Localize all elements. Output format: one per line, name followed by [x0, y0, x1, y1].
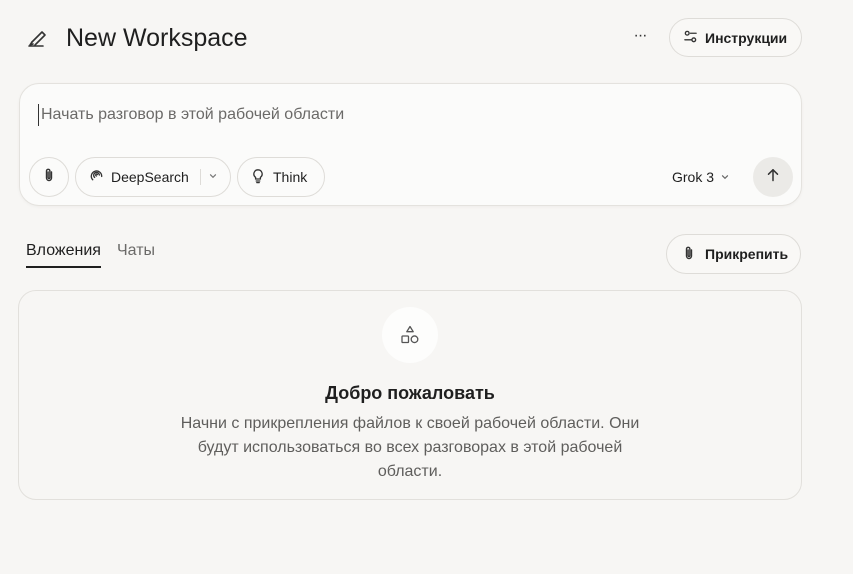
arrow-up-icon: [765, 167, 781, 188]
empty-state-description: Начни с прикрепления файлов к своей рабо…: [180, 415, 640, 480]
lightbulb-icon: [250, 168, 273, 187]
deepsearch-dropdown[interactable]: [201, 158, 225, 196]
deepsearch-button[interactable]: DeepSearch: [75, 157, 231, 197]
pen-edit-icon[interactable]: [26, 26, 50, 50]
deepsearch-toggle[interactable]: DeepSearch: [76, 158, 189, 196]
shapes-icon: [382, 307, 438, 363]
paperclip-icon: [681, 245, 705, 264]
attach-button[interactable]: Прикрепить: [666, 234, 801, 274]
empty-state-card: Добро пожаловать Начни с прикрепления фа…: [18, 290, 802, 500]
think-label: Think: [273, 169, 308, 185]
attach-button-label: Прикрепить: [705, 246, 789, 262]
paperclip-icon: [41, 167, 57, 188]
instructions-label: Инструкции: [705, 29, 788, 46]
chevron-down-icon: [208, 168, 218, 186]
attach-file-button[interactable]: [29, 157, 69, 197]
chevron-down-icon: [714, 169, 730, 185]
tab-chats[interactable]: Чаты: [117, 241, 155, 261]
instructions-button[interactable]: Инструкции: [669, 18, 802, 57]
page-title[interactable]: New Workspace: [66, 22, 248, 54]
empty-state-title: Добро пожаловать: [325, 383, 495, 403]
think-button[interactable]: Think: [237, 157, 325, 197]
deepsearch-label: DeepSearch: [111, 169, 189, 185]
workspace-header: New Workspace ··· Инструкции: [26, 18, 802, 58]
message-input[interactable]: [38, 104, 738, 126]
model-label: Grok 3: [672, 169, 715, 185]
send-button[interactable]: [753, 157, 793, 197]
more-options-button[interactable]: ···: [628, 24, 652, 50]
model-selector[interactable]: Grok 3: [672, 166, 730, 188]
swirl-icon: [88, 167, 111, 187]
composer: DeepSearch Think Gro: [19, 83, 802, 206]
sliders-icon: [683, 29, 705, 47]
tab-attachments[interactable]: Вложения: [26, 241, 101, 268]
workspace-page: New Workspace ··· Инструкции Начать разг…: [0, 0, 853, 574]
